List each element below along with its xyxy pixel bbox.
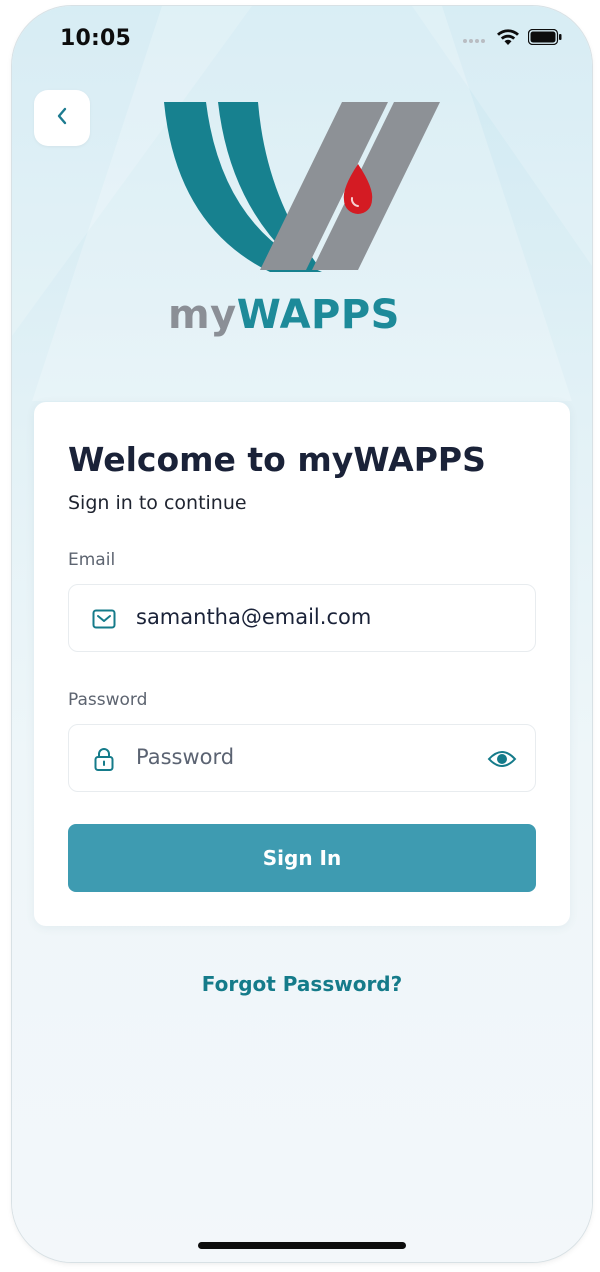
chevron-left-icon bbox=[55, 106, 69, 130]
brand-prefix: my bbox=[168, 292, 237, 338]
sign-in-button[interactable]: Sign In bbox=[68, 824, 536, 892]
eye-icon[interactable] bbox=[487, 747, 517, 771]
lock-icon bbox=[91, 746, 117, 772]
login-subtitle: Sign in to continue bbox=[68, 492, 247, 514]
phone-screen: 10:05 my WAPPS Welcome to myWAPPS Sign i… bbox=[12, 6, 592, 1262]
password-label: Password bbox=[68, 690, 148, 710]
status-time: 10:05 bbox=[60, 26, 132, 51]
back-button[interactable] bbox=[34, 90, 90, 146]
password-placeholder: Password bbox=[136, 745, 235, 769]
wapps-logo-icon bbox=[162, 98, 444, 280]
forgot-password-link[interactable]: Forgot Password? bbox=[12, 972, 592, 996]
battery-icon bbox=[527, 28, 562, 49]
password-field[interactable]: Password bbox=[68, 724, 536, 792]
status-bar: 10:05 bbox=[12, 6, 592, 70]
login-card: Welcome to myWAPPS Sign in to continue E… bbox=[34, 402, 570, 926]
home-indicator bbox=[198, 1242, 406, 1249]
email-label: Email bbox=[68, 550, 116, 570]
status-icons bbox=[462, 28, 562, 50]
email-field[interactable]: samantha@email.com bbox=[68, 584, 536, 652]
mail-icon bbox=[91, 606, 117, 632]
signal-dots-icon bbox=[462, 30, 488, 49]
brand-wordmark: my WAPPS bbox=[168, 292, 448, 352]
wifi-icon bbox=[496, 28, 520, 50]
login-title: Welcome to myWAPPS bbox=[68, 440, 486, 479]
brand-name: WAPPS bbox=[236, 292, 400, 338]
email-value: samantha@email.com bbox=[136, 605, 372, 629]
